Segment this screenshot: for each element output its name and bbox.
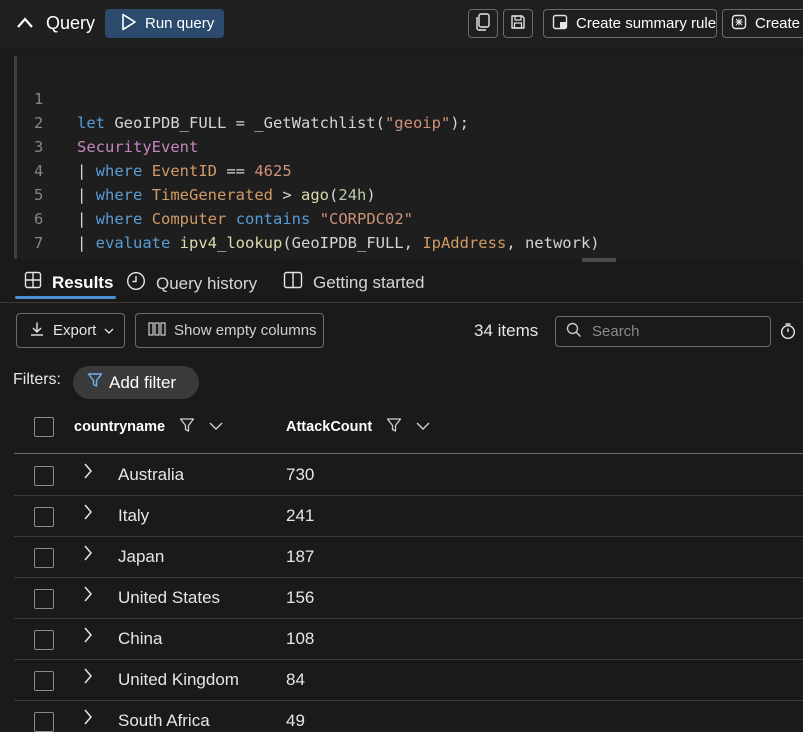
query-title: Query xyxy=(46,13,96,33)
grid-icon xyxy=(24,271,42,294)
download-icon xyxy=(29,321,45,341)
chevron-right-icon[interactable] xyxy=(82,503,94,524)
column-header-countryname[interactable]: countryname xyxy=(74,405,223,449)
line-number: 8 xyxy=(34,255,50,259)
show-empty-columns-label: Show empty columns xyxy=(174,322,317,339)
cell-attackcount: 84 xyxy=(286,670,305,689)
create-summary-rule-label: Create summary rule xyxy=(576,15,717,32)
cell-attackcount: 730 xyxy=(286,465,315,484)
save-icon xyxy=(510,14,526,33)
copy-icon xyxy=(475,13,491,34)
summary-rule-icon xyxy=(552,14,568,34)
row-checkbox[interactable] xyxy=(34,466,54,486)
save-button[interactable] xyxy=(503,9,533,38)
active-tab-indicator xyxy=(15,296,116,299)
tab-results-label: Results xyxy=(52,272,114,292)
cell-countryname: Italy xyxy=(118,506,150,525)
run-query-button[interactable]: Run query xyxy=(105,9,224,38)
column-header-attackcount[interactable]: AttackCount xyxy=(286,405,430,449)
cell-countryname: United States xyxy=(118,588,221,607)
code-line: 4 | where TimeGenerated > ago(24h) xyxy=(17,135,803,204)
export-button[interactable]: Export xyxy=(16,313,125,348)
cell-attackcount: 241 xyxy=(286,506,315,525)
add-filter-button[interactable]: Add filter xyxy=(73,366,199,399)
cell-attackcount: 187 xyxy=(286,547,315,566)
query-toolbar: Query Run query Create summary rule Crea… xyxy=(0,0,803,48)
chevron-down-icon[interactable] xyxy=(209,419,223,435)
filters-label: Filters: xyxy=(13,371,61,388)
table-row[interactable]: South Africa 49 xyxy=(14,701,803,732)
create-label: Create xyxy=(755,15,801,32)
query-editor[interactable]: 1 let GeoIPDB_FULL = _GetWatchlist("geoi… xyxy=(14,56,803,259)
column-header-label: AttackCount xyxy=(286,419,373,435)
copy-button[interactable] xyxy=(468,9,498,38)
table-row[interactable]: United States 156 xyxy=(14,578,803,619)
tab-query-history[interactable]: Query history xyxy=(126,271,257,296)
table-row[interactable]: Japan 187 xyxy=(14,537,803,578)
cell-attackcount: 49 xyxy=(286,711,305,730)
table-row[interactable]: China 108 xyxy=(14,619,803,660)
column-header-label: countryname xyxy=(74,419,166,435)
cell-countryname: China xyxy=(118,629,163,648)
cell-countryname: United Kingdom xyxy=(118,670,239,689)
filter-icon[interactable] xyxy=(179,417,195,437)
chevron-right-icon[interactable] xyxy=(82,708,94,729)
editor-scrollbar[interactable] xyxy=(582,258,616,262)
code-line: 7 | summarize AttackCount = count() by c… xyxy=(17,207,803,259)
create-icon xyxy=(731,14,747,34)
filter-icon[interactable] xyxy=(386,417,402,437)
row-checkbox[interactable] xyxy=(34,507,54,527)
row-checkbox[interactable] xyxy=(34,630,54,650)
cell-attackcount: 156 xyxy=(286,588,315,607)
export-label: Export xyxy=(53,322,97,339)
tab-results[interactable]: Results xyxy=(24,271,113,294)
code-line: 1 let GeoIPDB_FULL = _GetWatchlist("geoi… xyxy=(17,63,803,132)
table-row[interactable]: Italy 241 xyxy=(14,496,803,537)
tab-getting-started[interactable]: Getting started xyxy=(283,271,425,294)
code-line: 3 | where EventID == 4625 xyxy=(17,111,803,180)
chevron-down-icon xyxy=(104,322,114,339)
filter-icon xyxy=(87,372,103,393)
add-filter-label: Add filter xyxy=(109,372,177,392)
code-line: 2 SecurityEvent xyxy=(17,87,803,156)
book-icon xyxy=(283,271,303,294)
cell-countryname: South Africa xyxy=(118,711,210,730)
code-line: 5 | where Computer contains "CORPDC02" xyxy=(17,159,803,228)
chevron-right-icon[interactable] xyxy=(82,626,94,647)
chevron-right-icon[interactable] xyxy=(82,667,94,688)
tab-query-history-label: Query history xyxy=(156,273,258,293)
cell-attackcount: 108 xyxy=(286,629,315,648)
row-checkbox[interactable] xyxy=(34,548,54,568)
run-query-label: Run query xyxy=(145,15,215,32)
chevron-right-icon[interactable] xyxy=(82,544,94,565)
columns-icon xyxy=(148,321,166,340)
timer-icon[interactable] xyxy=(780,322,796,343)
clock-icon xyxy=(126,271,146,296)
tab-getting-started-label: Getting started xyxy=(313,272,425,292)
table-row[interactable]: Australia 730 xyxy=(14,455,803,496)
select-all-checkbox[interactable] xyxy=(34,417,54,437)
create-summary-rule-button[interactable]: Create summary rule xyxy=(543,9,717,38)
search-field[interactable] xyxy=(555,316,771,347)
chevron-down-icon[interactable] xyxy=(416,419,430,435)
items-count: 34 items xyxy=(474,321,539,340)
results-tabs: Results Query history Getting started xyxy=(0,263,803,303)
cell-countryname: Japan xyxy=(118,547,165,566)
code-line: 8 | order by AttackCount desc xyxy=(17,231,803,259)
play-icon xyxy=(121,13,137,35)
search-icon xyxy=(566,322,582,341)
chevron-right-icon[interactable] xyxy=(82,585,94,606)
code-line: 6 | evaluate ipv4_lookup(GeoIPDB_FULL, I… xyxy=(17,183,803,252)
row-checkbox[interactable] xyxy=(34,712,54,732)
table-row[interactable]: United Kingdom 84 xyxy=(14,660,803,701)
create-button[interactable]: Create xyxy=(722,9,803,38)
row-checkbox[interactable] xyxy=(34,671,54,691)
cell-countryname: Australia xyxy=(118,465,185,484)
row-checkbox[interactable] xyxy=(34,589,54,609)
search-input[interactable] xyxy=(592,323,752,340)
chevron-right-icon[interactable] xyxy=(82,462,94,483)
header-divider xyxy=(14,453,803,454)
show-empty-columns-button[interactable]: Show empty columns xyxy=(135,313,324,348)
chevron-up-icon[interactable] xyxy=(14,12,36,34)
